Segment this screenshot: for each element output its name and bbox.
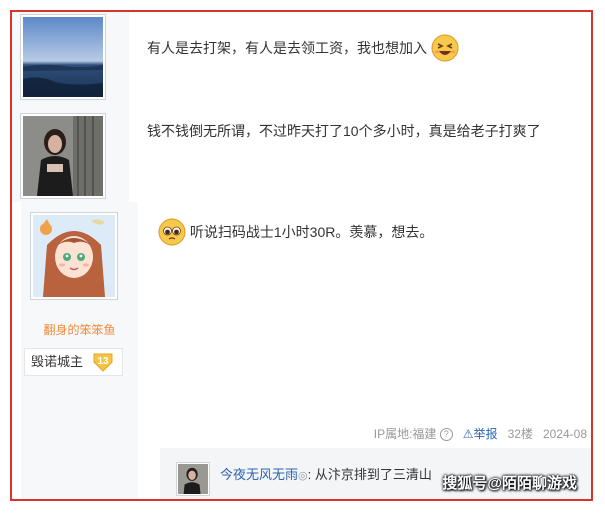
reply-content: : 从汴京排到了三清山 [307,467,432,482]
post-1-text: 有人是去打架，有人是去领工资，我也想加入 [147,34,459,65]
watermark: 搜狐号@陌陌聊游戏 [442,475,577,492]
post-meta: IP属地:福建 ? ⚠举报 32楼 2024-08 [374,425,587,442]
floor-number: 32楼 [507,427,533,441]
ip-location: IP属地:福建 [373,427,437,441]
post-2-avatar[interactable] [20,113,106,199]
badge-level-text: 13 [97,356,109,367]
badge-title: 毁诺城主 [31,354,84,369]
username[interactable]: 翻身的笨笨鱼 [21,321,138,338]
post-1-avatar[interactable] [20,14,106,100]
help-circle-icon[interactable]: ? [439,428,453,442]
screenshot-frame: 有人是去打架，有人是去领工资，我也想加入 钱不钱倒无所谓，不过昨天打了10个多小… [10,10,593,501]
reply-author[interactable]: 今夜无风无雨 [220,467,298,482]
warning-triangle-icon: ⚠ [462,427,474,441]
post-date: 2024-08 [542,427,587,441]
anime-girl-avatar-image [33,215,115,297]
level-badge-icon: 13 [92,352,114,372]
reply-avatar[interactable] [176,462,210,496]
report-link[interactable]: 举报 [474,427,498,441]
post-2-text: 钱不钱倒无所谓，不过昨天打了10个多小时，真是给老子打爽了 [147,123,541,139]
post-1-content: 有人是去打架，有人是去领工资，我也想加入 [147,40,427,57]
reply-vip-icon: ◎ [298,470,308,482]
reply-avatar-image [178,464,208,494]
reply-text: 今夜无风无雨◎: 从汴京排到了三清山 [220,464,432,483]
grin-squint-emoji [431,34,459,65]
pleading-face-emoji [158,218,186,249]
user-badge[interactable]: 毁诺城主 13 [24,348,123,376]
post-3-text: 听说扫码战士1小时30R。羡慕，想去。 [158,218,433,249]
post-3-avatar[interactable] [30,212,118,300]
lake-landscape-image [23,17,103,97]
post-3-content: 听说扫码战士1小时30R。羡慕，想去。 [189,224,434,241]
girl-photo-image [23,116,103,196]
